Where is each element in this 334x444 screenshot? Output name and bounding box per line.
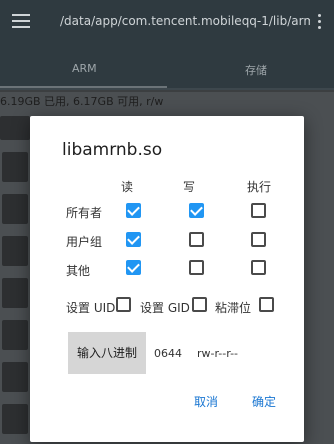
file-icon[interactable] [2,194,28,224]
sticky-label: 粘滞位 [215,301,252,315]
file-icon[interactable] [2,236,28,266]
enter-octal-button[interactable]: 输入八进制 [68,332,146,374]
others-read-checkbox[interactable] [126,260,141,275]
row-others-label: 其他 [66,264,91,278]
ok-button[interactable]: 确定 [252,393,276,410]
file-icon[interactable] [2,404,28,434]
tab-arm[interactable]: ARM [72,62,97,75]
column-read: 读 [121,180,134,194]
column-write: 写 [183,180,196,194]
tab-bar: ARM 存储 [0,46,334,90]
setgid-checkbox[interactable] [192,297,207,312]
group-read-checkbox[interactable] [126,232,141,247]
file-icon[interactable] [2,362,28,392]
group-execute-checkbox[interactable] [251,232,266,247]
octal-value: 0644 [154,347,182,360]
setuid-label: 设置 UID [66,301,116,315]
file-icon[interactable] [2,278,28,308]
hamburger-menu-icon[interactable] [12,14,30,28]
row-group-label: 用户组 [66,235,103,249]
more-options-icon[interactable] [318,14,322,30]
others-write-checkbox[interactable] [189,260,204,275]
row-owner-label: 所有者 [66,206,103,220]
setuid-checkbox[interactable] [116,297,131,312]
others-execute-checkbox[interactable] [251,260,266,275]
storage-info: 6.19GB 已用, 6.17GB 可用, r/w [0,92,334,112]
owner-execute-checkbox[interactable] [251,203,266,218]
owner-read-checkbox[interactable] [126,203,141,218]
dialog-title: libamrnb.so [62,140,163,160]
permission-string: rw-r--r-- [197,347,239,360]
file-icon[interactable] [2,320,28,350]
file-icon[interactable] [2,152,28,182]
app-bar: /data/app/com.tencent.mobileqq-1/lib/arm [0,0,334,46]
tab-indicator [0,86,167,88]
current-path: /data/app/com.tencent.mobileqq-1/lib/arm [60,14,310,28]
folder-icon[interactable] [0,116,30,140]
group-write-checkbox[interactable] [189,232,204,247]
cancel-button[interactable]: 取消 [194,393,218,410]
sticky-checkbox[interactable] [259,297,274,312]
column-execute: 执行 [247,180,272,194]
owner-write-checkbox[interactable] [189,203,204,218]
permissions-dialog: libamrnb.so 读 写 执行 所有者 用户组 其他 设置 UID 设置 … [30,116,304,442]
setgid-label: 设置 GID [140,301,190,315]
tab-storage[interactable]: 存储 [245,62,267,78]
